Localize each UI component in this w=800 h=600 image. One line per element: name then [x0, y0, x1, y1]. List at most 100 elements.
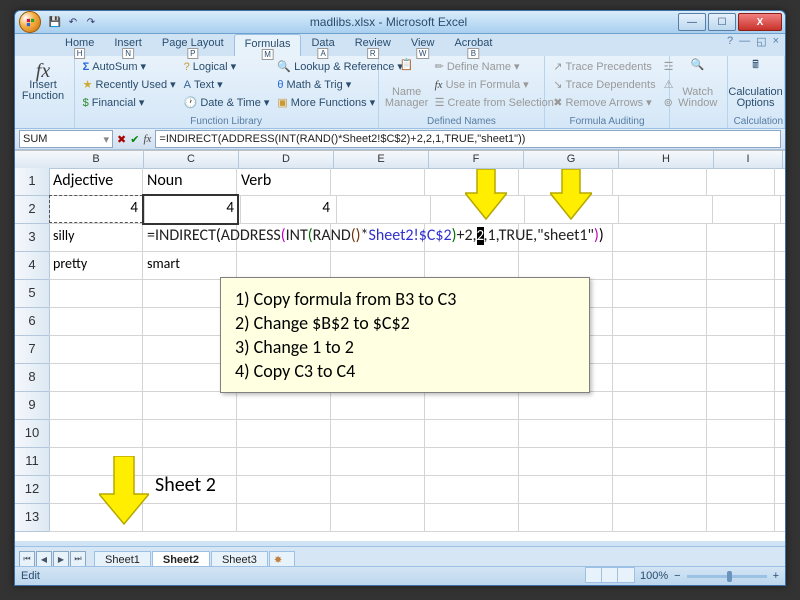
row-header-5[interactable]: 5 — [15, 280, 49, 308]
cell-I10[interactable] — [707, 420, 775, 447]
cancel-formula-icon[interactable]: ✖ — [117, 133, 126, 146]
cell-E13[interactable] — [331, 504, 425, 531]
cell-D12[interactable] — [237, 476, 331, 503]
row-header-12[interactable]: 12 — [15, 476, 49, 504]
cell-F9[interactable] — [425, 392, 519, 419]
cell-B10[interactable] — [49, 420, 143, 447]
ribbon-tab-page-layout[interactable]: Page LayoutP — [152, 34, 234, 56]
tab-nav-buttons[interactable]: ⏮ ◀ ▶ ⏭ — [19, 551, 86, 567]
col-header-C[interactable]: C — [144, 151, 239, 168]
row-header-2[interactable]: 2 — [15, 196, 49, 224]
cell-B4[interactable]: pretty — [49, 252, 143, 279]
cell-H12[interactable] — [613, 476, 707, 503]
cell-D10[interactable] — [237, 420, 331, 447]
cell-D13[interactable] — [237, 504, 331, 531]
cell-C13[interactable] — [143, 504, 237, 531]
text-button[interactable]: AText ▾ — [182, 76, 272, 93]
cell-G12[interactable] — [519, 476, 613, 503]
zoom-slider[interactable] — [687, 575, 767, 578]
col-header-D[interactable]: D — [239, 151, 334, 168]
cell-H9[interactable] — [613, 392, 707, 419]
column-headers[interactable]: BCDEFGHI — [49, 151, 785, 169]
cell-H3[interactable] — [613, 224, 707, 251]
cell-B6[interactable] — [49, 308, 143, 335]
enter-formula-icon[interactable]: ✔ — [130, 133, 139, 146]
row-header-6[interactable]: 6 — [15, 308, 49, 336]
office-button[interactable] — [19, 11, 41, 33]
row-header-4[interactable]: 4 — [15, 252, 49, 280]
cell-I13[interactable] — [707, 504, 775, 531]
close-button[interactable]: X — [738, 13, 782, 31]
remove-arrows-button[interactable]: ✖ Remove Arrows ▾ — [551, 94, 657, 111]
cell-B3[interactable]: silly — [49, 224, 143, 251]
cell-C4[interactable]: smart — [143, 252, 237, 279]
zoom-level[interactable]: 100% — [640, 570, 668, 582]
cell-B1[interactable]: Adjective — [49, 168, 143, 195]
cell-I4[interactable] — [707, 252, 775, 279]
formula-bar[interactable]: =INDIRECT(ADDRESS(INT(RAND()*Sheet2!$C$2… — [155, 130, 781, 148]
cell-D2[interactable]: 4 — [241, 196, 337, 223]
cell-E1[interactable] — [331, 168, 425, 195]
cell-H11[interactable] — [613, 448, 707, 475]
cell-E2[interactable] — [337, 196, 431, 223]
define-name-button[interactable]: ✏ Define Name ▾ — [433, 58, 556, 75]
zoom-out-button[interactable]: − — [674, 570, 680, 582]
row-header-1[interactable]: 1 — [15, 168, 49, 196]
financial-button[interactable]: $Financial ▾ — [81, 94, 178, 111]
calculation-options-button[interactable]: 🖩Calculation Options — [734, 58, 778, 110]
cell-I2[interactable] — [713, 196, 781, 223]
cell-G11[interactable] — [519, 448, 613, 475]
ribbon-tab-data[interactable]: DataA — [301, 34, 344, 56]
cell-I5[interactable] — [707, 280, 775, 307]
cell-I6[interactable] — [707, 308, 775, 335]
ribbon-tab-formulas[interactable]: FormulasM — [234, 34, 302, 56]
ribbon-tab-insert[interactable]: InsertN — [104, 34, 152, 56]
qat-redo-icon[interactable]: ↷ — [83, 14, 99, 30]
col-header-H[interactable]: H — [619, 151, 714, 168]
ribbon-tab-acrobat[interactable]: AcrobatB — [444, 34, 502, 56]
cell-C10[interactable] — [143, 420, 237, 447]
cell-D1[interactable]: Verb — [237, 168, 331, 195]
cell-E10[interactable] — [331, 420, 425, 447]
row-header-9[interactable]: 9 — [15, 392, 49, 420]
watch-window-button[interactable]: 🔍Watch Window — [676, 58, 720, 110]
trace-precedents-button[interactable]: ↗ Trace Precedents — [551, 58, 657, 75]
cell-E9[interactable] — [331, 392, 425, 419]
cell-C9[interactable] — [143, 392, 237, 419]
cell-E4[interactable] — [331, 252, 425, 279]
qat-save-icon[interactable]: 💾 — [47, 14, 63, 30]
cell-I11[interactable] — [707, 448, 775, 475]
row-header-11[interactable]: 11 — [15, 448, 49, 476]
cell-H8[interactable] — [613, 364, 707, 391]
workbook-close-button[interactable]: × — [773, 35, 779, 48]
cell-B5[interactable] — [49, 280, 143, 307]
cell-B9[interactable] — [49, 392, 143, 419]
cell-E12[interactable] — [331, 476, 425, 503]
cell-H6[interactable] — [613, 308, 707, 335]
cell-F10[interactable] — [425, 420, 519, 447]
workbook-minimize-button[interactable]: — — [739, 35, 750, 48]
col-header-B[interactable]: B — [49, 151, 144, 168]
cell-I9[interactable] — [707, 392, 775, 419]
cell-G10[interactable] — [519, 420, 613, 447]
cell-F13[interactable] — [425, 504, 519, 531]
in-cell-formula-edit[interactable]: =INDIRECT(ADDRESS(INT(RAND()*Sheet2!$C$2… — [147, 226, 604, 245]
zoom-in-button[interactable]: + — [773, 570, 779, 582]
name-box[interactable]: SUM▾ — [19, 130, 113, 148]
autosum-button[interactable]: ΣAutoSum ▾ — [81, 58, 178, 75]
cell-I7[interactable] — [707, 336, 775, 363]
cell-H4[interactable] — [613, 252, 707, 279]
trace-dependents-button[interactable]: ↘ Trace Dependents — [551, 76, 657, 93]
cell-G9[interactable] — [519, 392, 613, 419]
qat-undo-icon[interactable]: ↶ — [65, 14, 81, 30]
cell-H13[interactable] — [613, 504, 707, 531]
cell-B8[interactable] — [49, 364, 143, 391]
help-icon[interactable]: ? — [727, 35, 733, 48]
col-header-I[interactable]: I — [714, 151, 783, 168]
fx-icon[interactable]: fx — [143, 133, 151, 145]
cell-B7[interactable] — [49, 336, 143, 363]
tab-nav-first-icon[interactable]: ⏮ — [19, 551, 35, 567]
minimize-button[interactable]: — — [678, 13, 706, 31]
create-from-selection-button[interactable]: ☰ Create from Selection — [433, 94, 556, 111]
col-header-F[interactable]: F — [429, 151, 524, 168]
